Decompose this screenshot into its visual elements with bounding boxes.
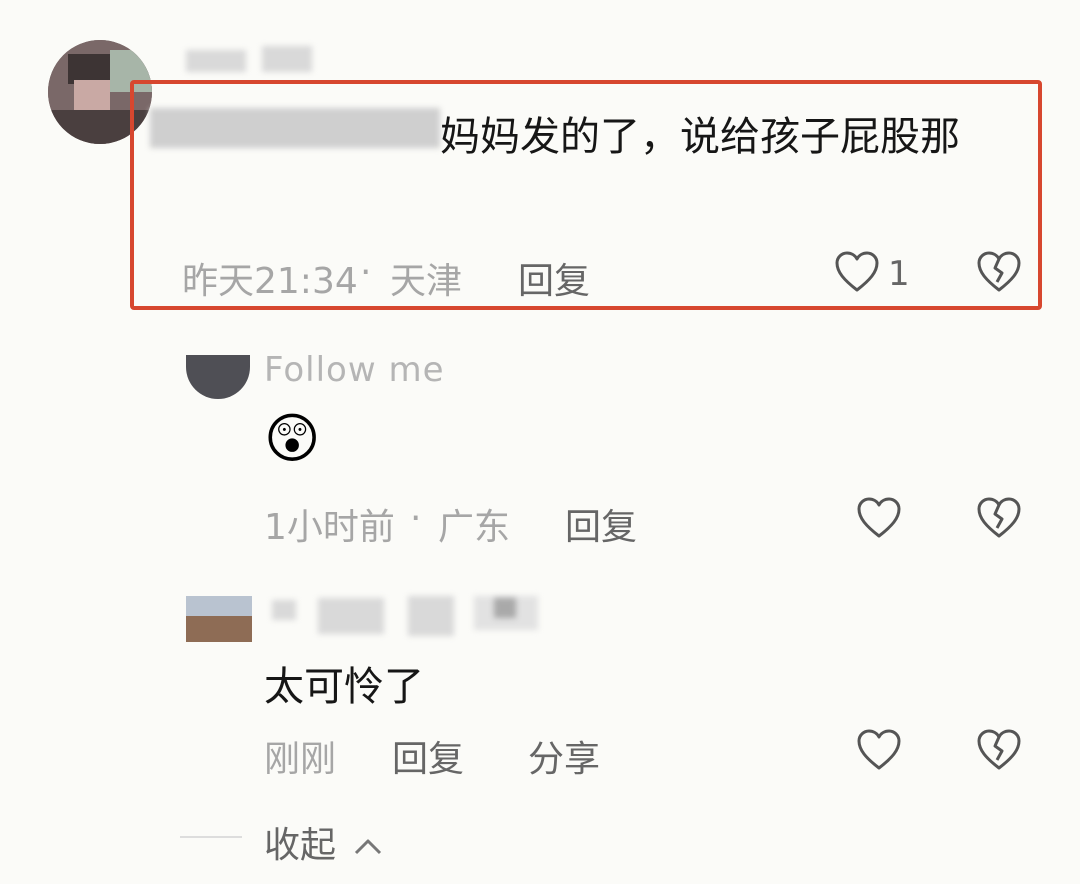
avatar[interactable] — [186, 596, 252, 642]
comment-text: 太可怜了 — [264, 664, 424, 710]
chevron-up-icon — [353, 837, 383, 857]
divider — [180, 836, 242, 838]
reply-button[interactable]: 回复 — [392, 730, 464, 782]
comment-time: 昨天21:34 — [182, 261, 358, 302]
avatar[interactable] — [186, 355, 250, 399]
broken-heart-icon[interactable] — [976, 496, 1022, 540]
collapse-button[interactable]: 收起 — [264, 816, 383, 868]
collapse-label: 收起 — [264, 825, 337, 866]
username-redacted — [494, 598, 516, 618]
emoji-astonished: 😲 — [264, 407, 321, 470]
share-button[interactable]: 分享 — [528, 730, 600, 782]
like-count: 1 — [888, 254, 910, 294]
username-redacted — [408, 596, 454, 636]
broken-heart-icon[interactable] — [976, 728, 1022, 772]
text-redacted — [150, 108, 440, 148]
reply-button[interactable]: 回复 — [565, 498, 637, 550]
comment-time: 1小时前 — [264, 507, 395, 548]
heart-outline-icon[interactable] — [856, 728, 902, 772]
username-redacted — [262, 46, 312, 72]
username-redacted — [272, 600, 296, 620]
broken-heart-icon[interactable] — [976, 250, 1022, 294]
heart-outline-icon[interactable] — [834, 250, 880, 294]
separator-dot: · — [410, 498, 422, 539]
username[interactable]: Follow me — [264, 350, 445, 390]
separator-dot: · — [360, 252, 372, 293]
comment-location: 天津 — [390, 261, 463, 302]
comment-time: 刚刚 — [264, 739, 337, 780]
username-redacted — [318, 598, 384, 634]
comment-location: 广东 — [438, 507, 511, 548]
reply-button[interactable]: 回复 — [518, 252, 590, 304]
comment-text: 妈妈发的了，说给孩子屁股那 — [440, 114, 960, 160]
heart-outline-icon[interactable] — [856, 496, 902, 540]
username-redacted — [186, 50, 246, 72]
